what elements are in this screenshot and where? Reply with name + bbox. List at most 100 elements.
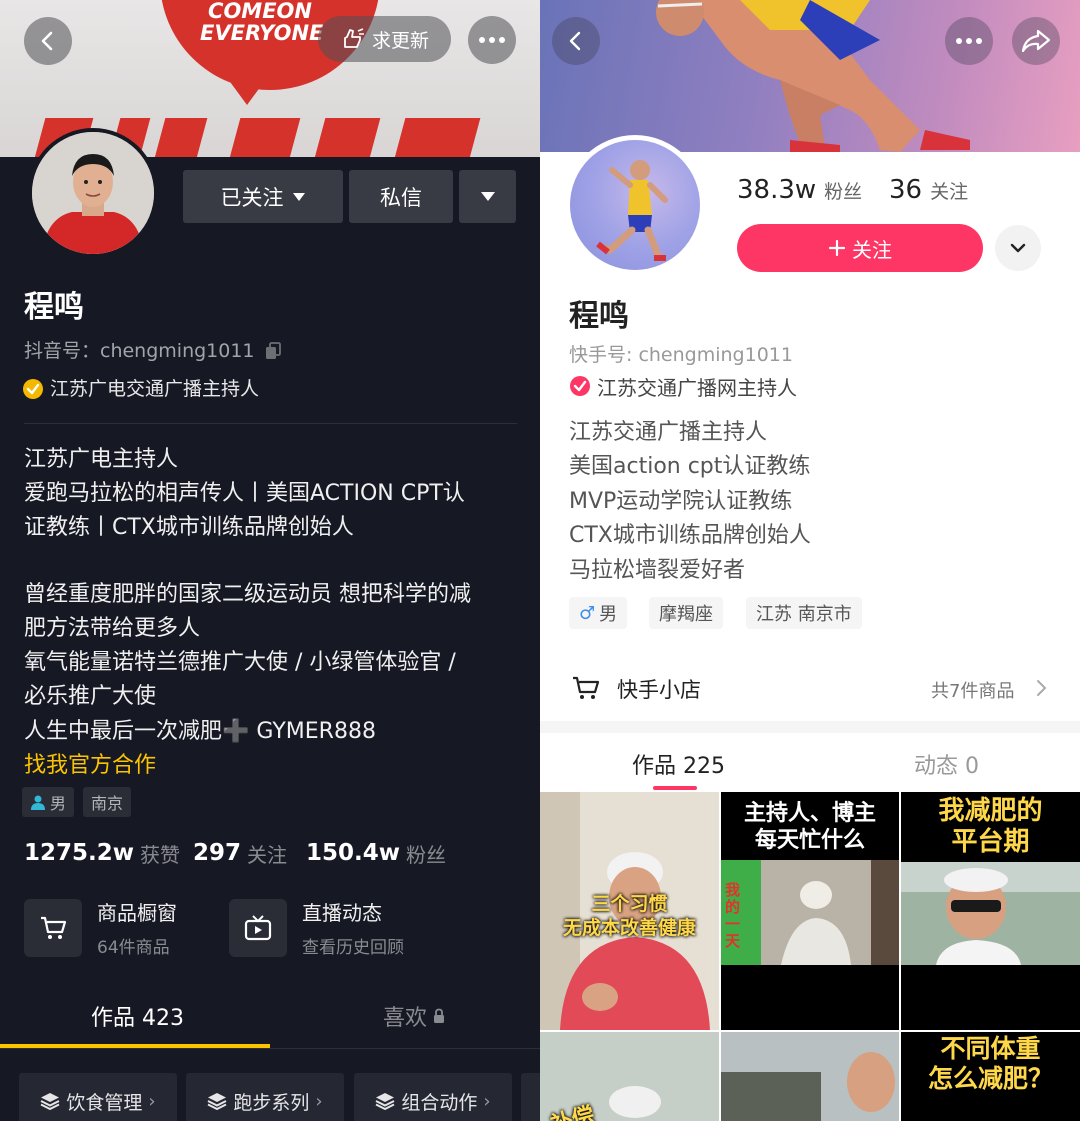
back-button[interactable] <box>552 17 600 65</box>
collection-chip[interactable]: 饮食管理 › <box>19 1073 177 1121</box>
bio-line: 氧气能量诺特兰德推广大使 / 小绿管体验官 / <box>24 650 456 675</box>
chevron-left-icon <box>41 31 53 51</box>
share-button[interactable] <box>1012 17 1060 65</box>
bio-line: CTX城市训练品牌创始人 <box>569 523 811 548</box>
zodiac-tag: 摩羯座 <box>649 597 723 629</box>
plus-icon <box>828 239 846 257</box>
bio-line: 爱跑马拉松的相声传人丨美国ACTION CPT认 <box>24 481 465 506</box>
person-icon <box>31 795 45 810</box>
stat-followers[interactable]: 150.4w 粉丝 <box>306 836 446 870</box>
recommend-dropdown-button[interactable] <box>459 170 516 223</box>
cart-icon <box>573 676 600 699</box>
bio-line: 江苏交通广播主持人 <box>569 420 768 445</box>
account-id-row: 抖音号：chengming1011 <box>24 334 283 368</box>
stat-number: 1275.2w <box>24 840 135 866</box>
active-tab-indicator <box>653 786 697 790</box>
tab-works[interactable]: 作品 225 <box>632 748 725 780</box>
message-button[interactable]: 私信 <box>349 170 453 223</box>
layers-icon <box>207 1093 227 1110</box>
banner-text: COMEON EVERYONE <box>200 0 324 45</box>
copy-icon[interactable] <box>263 341 283 361</box>
gender-label: 男 <box>50 794 67 813</box>
bio-line: 肥方法带给更多人 <box>24 616 201 641</box>
avatar[interactable] <box>565 135 705 275</box>
more-options-button[interactable] <box>945 17 993 65</box>
stat-number: 297 <box>193 840 242 866</box>
live-history-card[interactable]: 直播动态 查看历史回顾 <box>229 897 459 959</box>
stat-following[interactable]: 297 关注 <box>193 836 287 870</box>
video-thumbnail[interactable]: 我减肥的 平台期 <box>901 792 1080 1030</box>
chevron-right-icon: › <box>483 1090 491 1112</box>
verified-badge-icon <box>570 376 590 396</box>
video-thumbnail[interactable] <box>721 1032 899 1121</box>
follow-button[interactable]: 关注 <box>737 224 983 272</box>
chevron-left-icon <box>569 31 581 51</box>
card-subtitle: 查看历史回顾 <box>302 938 404 958</box>
more-options-button[interactable] <box>468 16 516 64</box>
chevron-right-icon <box>1037 680 1047 696</box>
collection-chip[interactable]: 组合动作 › <box>354 1073 512 1121</box>
tab-moments[interactable]: 动态 0 <box>914 748 979 780</box>
followed-button[interactable]: 已关注 <box>183 170 343 223</box>
section-separator <box>540 721 1080 733</box>
location-label: 南京 <box>91 794 124 813</box>
follow-label: 关注 <box>852 237 892 262</box>
thumb-caption: 我减肥的 平台期 <box>938 796 1043 857</box>
stat-label: 粉丝 <box>406 842 446 867</box>
bio-line: 美国action cpt认证教练 <box>569 454 811 479</box>
chip-label: 组合动作 <box>401 1091 478 1114</box>
shop-count: 共7件商品 <box>931 681 1015 702</box>
profile-name: 程鸣 <box>569 299 629 334</box>
card-subtitle: 64件商品 <box>97 938 170 958</box>
shop-row[interactable]: 快手小店 共7件商品 <box>540 655 1080 721</box>
thumb-caption: 主持人、博主 每天忙什么 <box>743 801 876 853</box>
card-title: 直播动态 <box>302 901 382 925</box>
video-thumbnail[interactable]: 不同体重 怎么减肥？ <box>901 1032 1080 1121</box>
followed-label: 已关注 <box>220 185 284 210</box>
profile-name: 程鸣 <box>24 290 84 325</box>
tab-works[interactable]: 作品 423 <box>91 1000 184 1032</box>
tab-likes-label: 喜欢 <box>383 1006 428 1031</box>
bio-line: 曾经重度肥胖的国家二级运动员 想把科学的减 <box>24 582 471 607</box>
video-thumbnail[interactable]: 三个习惯 无成本改善健康 <box>540 792 719 1030</box>
request-update-button[interactable]: 求更新 <box>318 16 451 62</box>
request-update-label: 求更新 <box>371 29 429 52</box>
share-arrow-icon <box>1021 29 1051 53</box>
gender-tag: 男 <box>22 787 75 817</box>
collection-chip-partial[interactable] <box>521 1073 540 1121</box>
video-thumbnail[interactable]: 补偿 <box>540 1032 719 1121</box>
bio-line: MVP运动学院认证教练 <box>569 489 793 514</box>
account-id: 抖音号：chengming1011 <box>24 340 255 362</box>
cart-icon <box>24 899 82 957</box>
chip-label: 跑步系列 <box>233 1091 310 1114</box>
bio-line: 必乐推广大使 <box>24 684 157 709</box>
shop-window-card[interactable]: 商品橱窗 64件商品 <box>24 897 214 959</box>
shop-label: 快手小店 <box>617 678 701 702</box>
thumb-caption: 三个习惯 无成本改善健康 <box>562 893 696 939</box>
location-tag: 南京 <box>83 787 132 817</box>
stat-label: 关注 <box>930 180 969 203</box>
layers-icon <box>375 1093 395 1110</box>
stat-number: 36 <box>889 175 923 205</box>
chip-label: 饮食管理 <box>66 1091 143 1114</box>
runner-photo <box>656 0 970 152</box>
stat-followers[interactable]: 38.3w 粉丝 <box>737 170 862 210</box>
collection-chip[interactable]: 跑步系列 › <box>186 1073 344 1121</box>
avatar[interactable] <box>28 128 158 258</box>
thumb-caption: 不同体重 怎么减肥？ <box>927 1034 1053 1093</box>
official-collab-link[interactable]: 找我官方合作 <box>24 749 156 783</box>
male-symbol-icon: ♂ <box>579 602 596 624</box>
verified-badge-icon <box>23 379 43 399</box>
gender-tag: ♂ 男 <box>569 597 628 629</box>
verification-row: 江苏广电交通广播主持人 <box>22 372 259 406</box>
tab-likes[interactable]: 喜欢 <box>383 1000 445 1032</box>
stat-number: 38.3w <box>737 175 817 205</box>
recommend-dropdown-button[interactable] <box>995 225 1041 271</box>
stat-number: 150.4w <box>306 840 400 866</box>
back-button[interactable] <box>24 17 72 65</box>
stat-following[interactable]: 36 关注 <box>889 170 968 210</box>
avatar-runner-icon <box>596 160 668 261</box>
bio-line: 马拉松墙裂爱好者 <box>569 558 746 583</box>
video-thumbnail[interactable]: 主持人、博主 每天忙什么 我的一天 <box>721 792 899 1030</box>
message-label: 私信 <box>380 185 422 210</box>
